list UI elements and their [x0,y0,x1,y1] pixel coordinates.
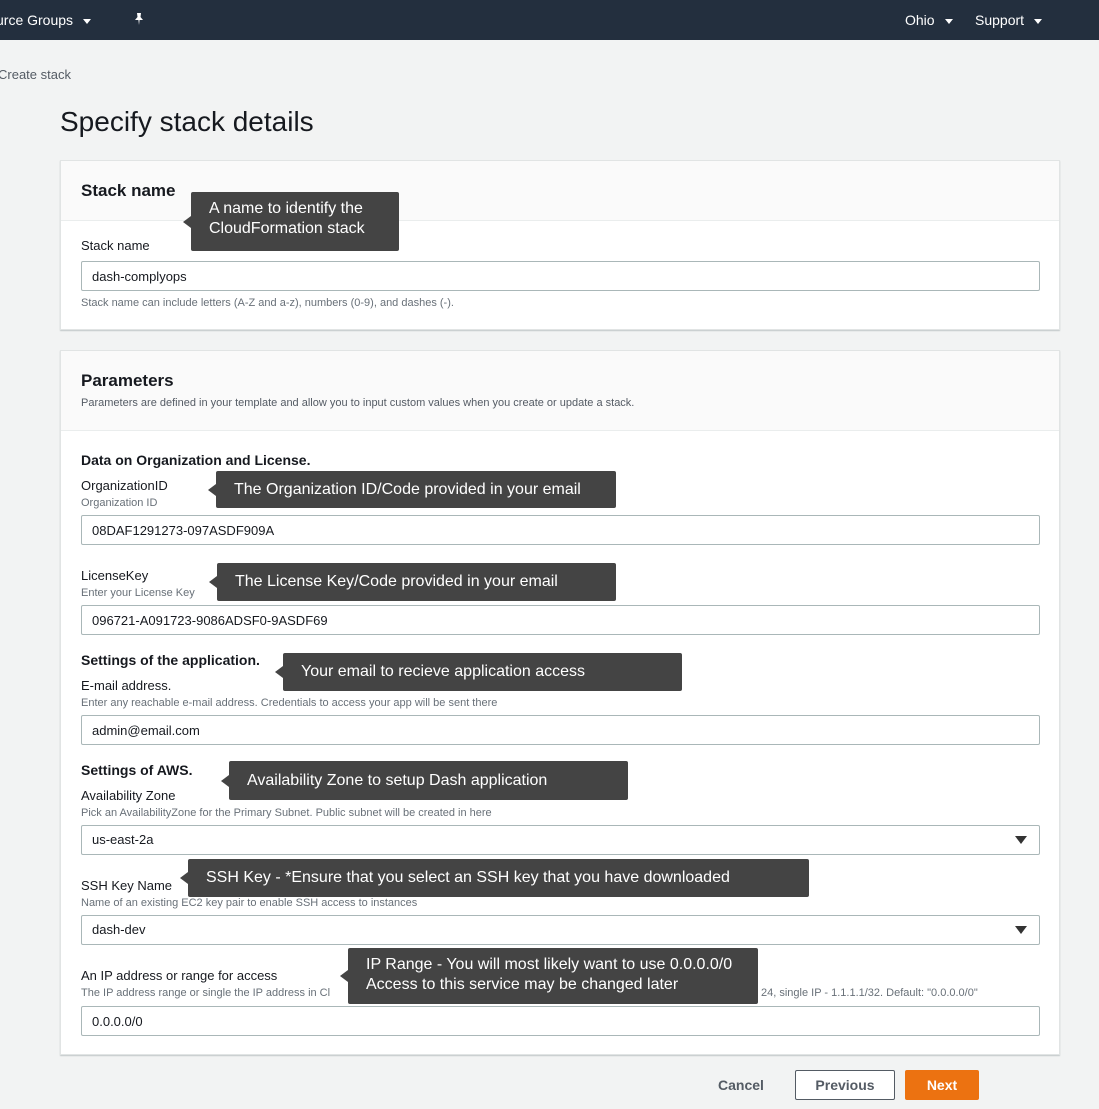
parameters-panel-header: Parameters Parameters are defined in you… [61,351,1059,431]
pin-icon[interactable] [132,12,146,26]
resource-groups-menu[interactable]: urce Groups [0,12,92,28]
email-label: E-mail address. [81,678,172,693]
region-menu[interactable]: Ohio [905,12,953,28]
tooltip-license-key: The License Key/Code provided in your em… [209,563,616,601]
ssh-key-select[interactable]: dash-dev [81,915,1040,945]
tooltip-email-text: Your email to recieve application access [301,663,586,680]
stack-name-label: Stack name [81,238,150,253]
license-key-sublabel: Enter your License Key [81,587,195,599]
ip-range-sublabel-end: 24, single IP - 1.1.1.1/32. Default: "0.… [761,987,978,999]
tooltip-stack-name-line2: CloudFormation stack [209,220,365,237]
tooltip-stack-name-line1: A name to identify the [209,200,363,217]
email-sublabel: Enter any reachable e-mail address. Cred… [81,697,498,709]
tooltip-availability-zone: Availability Zone to setup Dash applicat… [221,761,628,800]
chevron-down-icon [944,18,953,24]
license-key-label: LicenseKey [81,568,149,583]
tooltip-ip-range-line2: Access to this service may be changed la… [366,976,679,993]
tooltip-pointer [340,970,348,982]
cancel-button[interactable]: Cancel [705,1070,777,1100]
previous-button[interactable]: Previous [795,1070,895,1100]
tooltip-pointer [275,666,283,678]
parameters-heading: Parameters [81,371,174,390]
ssh-key-sublabel: Name of an existing EC2 key pair to enab… [81,897,418,909]
ip-range-label: An IP address or range for access [81,968,278,983]
tooltip-pointer [180,872,188,884]
support-label: Support [975,12,1025,28]
email-input[interactable] [81,715,1040,745]
availability-zone-label: Availability Zone [81,788,176,803]
organization-id-sublabel: Organization ID [81,497,158,509]
dropdown-arrow-icon [1015,836,1027,844]
tooltip-pointer [208,483,216,496]
tooltip-license-key-text: The License Key/Code provided in your em… [235,573,558,590]
section-title-application: Settings of the application. [81,652,260,668]
tooltip-organization-id: The Organization ID/Code provided in you… [208,471,616,508]
resource-groups-label: urce Groups [0,12,74,28]
support-menu[interactable]: Support [975,12,1043,28]
tooltip-stack-name: A name to identify the CloudFormation st… [183,192,399,251]
page-title: Specify stack details [60,106,314,137]
ip-range-input[interactable] [81,1006,1040,1036]
tooltip-ip-range-line1: IP Range - You will most likely want to … [366,956,733,973]
tooltip-organization-id-text: The Organization ID/Code provided in you… [234,480,581,498]
ip-range-sublabel-start: The IP address range or single the IP ad… [81,987,331,999]
tooltip-pointer [183,215,191,228]
tooltip-email: Your email to recieve application access [275,653,682,691]
section-title-organization: Data on Organization and License. [81,452,311,468]
ssh-key-value: dash-dev [92,922,146,937]
availability-zone-value: us-east-2a [92,832,154,847]
breadcrumb-create-stack[interactable]: Create stack [0,67,71,82]
chevron-down-icon [1034,18,1043,24]
tooltip-ip-range: IP Range - You will most likely want to … [340,948,758,1004]
ssh-key-label: SSH Key Name [81,878,173,893]
license-key-input[interactable] [81,605,1040,635]
next-button[interactable]: Next [905,1070,979,1100]
top-navigation-bar: urce Groups Ohio Support [0,0,1099,40]
region-label: Ohio [905,12,935,28]
tooltip-pointer [221,774,229,787]
tooltip-ssh-key-text: SSH Key - *Ensure that you select an SSH… [206,869,730,886]
stack-name-hint: Stack name can include letters (A-Z and … [81,297,454,309]
tooltip-ssh-key: SSH Key - *Ensure that you select an SSH… [180,859,809,897]
availability-zone-sublabel: Pick an AvailabilityZone for the Primary… [81,807,492,819]
dropdown-arrow-icon [1015,926,1027,934]
chevron-down-icon [83,18,92,24]
tooltip-availability-zone-text: Availability Zone to setup Dash applicat… [247,771,548,789]
organization-id-label: OrganizationID [81,478,168,493]
section-title-aws: Settings of AWS. [81,762,193,778]
tooltip-pointer [209,576,217,588]
parameters-description: Parameters are defined in your template … [81,397,635,409]
availability-zone-select[interactable]: us-east-2a [81,825,1040,855]
organization-id-input[interactable] [81,515,1040,545]
stack-name-input[interactable] [81,261,1040,291]
